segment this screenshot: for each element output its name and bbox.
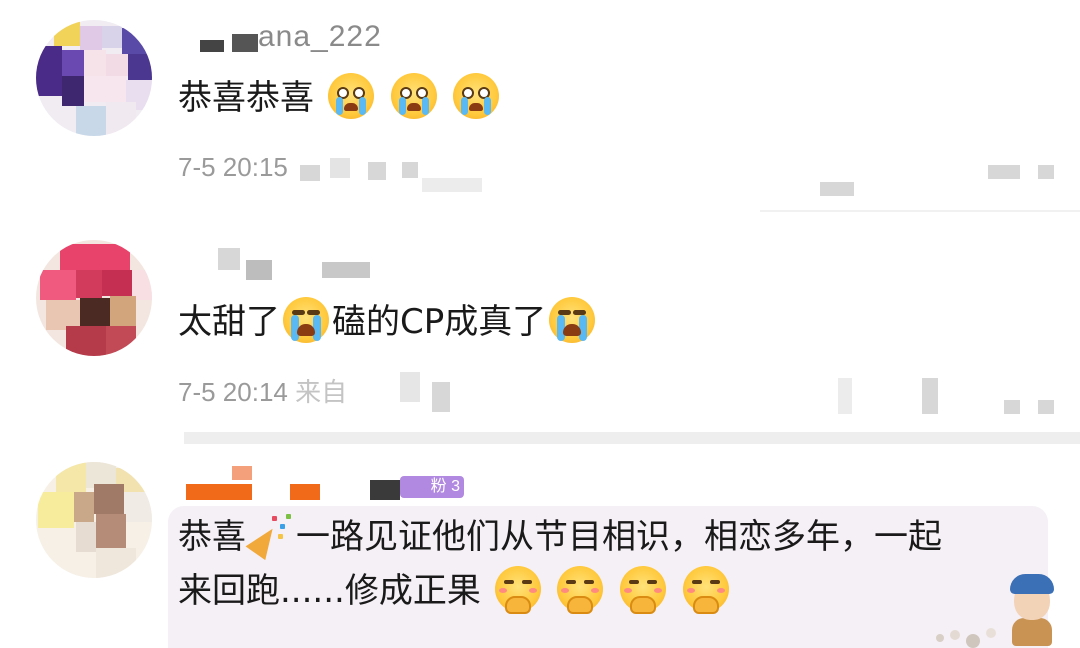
comment-body: 一路见证他们从节目相识，相恋多年，一起 bbox=[296, 517, 942, 557]
username-mask bbox=[322, 262, 370, 278]
like-icon-mask[interactable] bbox=[838, 378, 852, 414]
divider bbox=[760, 210, 1080, 212]
reply-icon-mask[interactable] bbox=[988, 165, 1020, 179]
comment-item[interactable]: 粉 3 恭喜 一路见证他们从节目相识，相恋多年，一起 来回跑......修成正果 bbox=[0, 448, 1080, 648]
comment-text: 恭喜恭喜 bbox=[178, 70, 502, 126]
comment-body: 太甜了 bbox=[178, 302, 280, 342]
username-mask bbox=[218, 248, 240, 270]
avatar[interactable] bbox=[36, 240, 152, 356]
location-mask bbox=[368, 162, 386, 180]
location-mask bbox=[330, 158, 350, 178]
comment-body: 恭喜恭喜 bbox=[178, 78, 314, 118]
comment-text: 恭喜 一路见证他们从节目相识，相恋多年，一起 来回跑......修成正果 bbox=[178, 510, 942, 618]
timestamp-text: 7-5 20:14 bbox=[178, 377, 288, 407]
crying-face-icon bbox=[390, 73, 437, 119]
avatar[interactable] bbox=[36, 20, 152, 136]
shy-face-icon bbox=[557, 566, 604, 614]
divider bbox=[184, 432, 1080, 444]
shy-face-icon bbox=[494, 566, 541, 614]
comment-timestamp: 7-5 20:14 来自 bbox=[178, 372, 347, 409]
like-count-mask bbox=[922, 378, 938, 414]
username[interactable]: ana_222 bbox=[258, 20, 382, 54]
like-icon-mask[interactable] bbox=[820, 182, 854, 196]
more-icon-mask[interactable] bbox=[1038, 165, 1054, 179]
shy-face-icon bbox=[620, 566, 667, 614]
comment-line-1: 恭喜 一路见证他们从节目相识，相恋多年，一起 bbox=[178, 510, 942, 564]
location-mask bbox=[402, 162, 418, 178]
fan-badge: 粉 3 bbox=[400, 476, 464, 498]
username-mask bbox=[246, 260, 272, 280]
more-icon-mask[interactable] bbox=[1038, 400, 1054, 414]
username-mask bbox=[290, 484, 320, 500]
girl-with-pearl-sticker-icon bbox=[1000, 574, 1064, 648]
username-mask bbox=[370, 480, 400, 500]
comment-body: 磕的CP成真了 bbox=[332, 302, 547, 342]
comment-body: 恭喜 bbox=[178, 517, 246, 557]
comment-text: 太甜了 磕的CP成真了 bbox=[178, 294, 598, 350]
location-prefix: 来自 bbox=[295, 377, 348, 407]
crying-face-icon bbox=[327, 73, 374, 119]
loudly-crying-face-icon bbox=[549, 297, 596, 343]
comment-timestamp: 7-5 20:15 bbox=[178, 152, 288, 182]
comment-line-2: 来回跑......修成正果 bbox=[178, 564, 942, 618]
comment-body: 来回跑......修成正果 bbox=[178, 571, 481, 611]
location-mask bbox=[432, 382, 450, 412]
location-mask bbox=[422, 178, 482, 192]
loudly-crying-face-icon bbox=[283, 297, 329, 343]
party-popper-icon bbox=[245, 512, 294, 561]
location-mask bbox=[400, 372, 420, 402]
username-mask bbox=[200, 40, 224, 52]
location-mask bbox=[300, 165, 320, 181]
comment-item[interactable]: ana_222 恭喜恭喜 7-5 20:15 bbox=[0, 0, 1080, 215]
username-mask bbox=[232, 466, 252, 480]
comment-item[interactable]: 太甜了 磕的CP成真了 7-5 20:14 来自 bbox=[0, 222, 1080, 447]
username-mask bbox=[186, 484, 252, 500]
username-mask bbox=[232, 34, 258, 52]
crying-face-icon bbox=[453, 73, 500, 119]
avatar[interactable] bbox=[36, 462, 152, 578]
shy-face-icon bbox=[683, 566, 730, 614]
reply-icon-mask[interactable] bbox=[1004, 400, 1020, 414]
